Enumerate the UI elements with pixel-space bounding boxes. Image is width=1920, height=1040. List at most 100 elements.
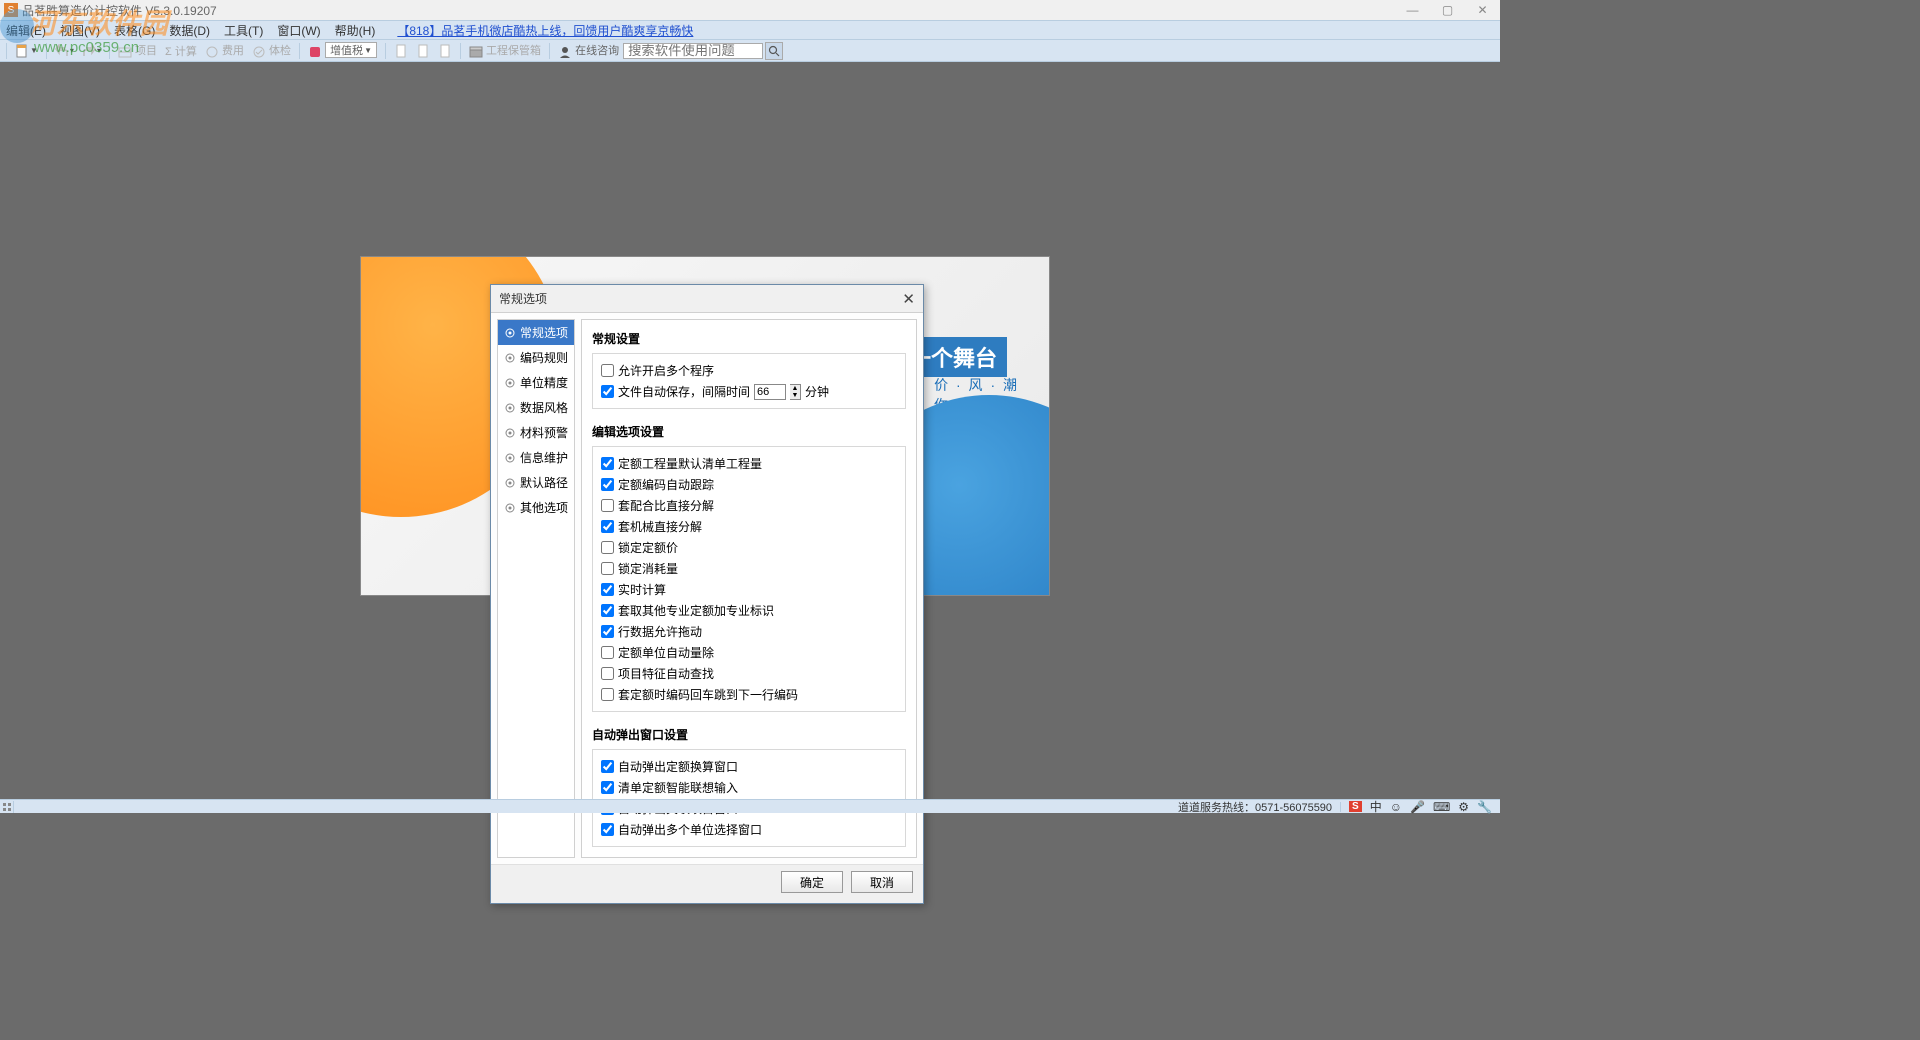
dialog-titlebar[interactable]: 常规选项 ✕ — [491, 285, 923, 313]
cb-autosave[interactable]: 文件自动保存，间隔时间 — [601, 383, 750, 400]
bg-label-2: 价 · 风 · 潮 — [934, 375, 1019, 395]
cb-edit-right-1[interactable]: 套取其他专业定额加专业标识 — [601, 602, 897, 619]
tb-check[interactable]: 体检 — [252, 42, 291, 58]
page-icon — [416, 44, 430, 58]
menu-table[interactable]: 表格(G) — [114, 22, 155, 39]
statusbar: 道道服务热线：0571-56075590 S 中 ☺ 🎤 ⌨ ⚙ 🔧 — [0, 799, 1500, 813]
tb-blueprint[interactable]: 工程保管箱 — [469, 42, 541, 58]
search-icon — [768, 45, 780, 57]
autosave-unit: 分钟 — [805, 383, 829, 400]
tb-redo[interactable]: ▾ — [82, 44, 101, 58]
window-maximize[interactable]: ▢ — [1430, 3, 1465, 17]
hotline-label: 道道服务热线：0571-56075590 — [1178, 799, 1332, 815]
gear-icon — [504, 377, 516, 389]
nav-other[interactable]: 其他选项 — [498, 495, 574, 520]
menu-tool[interactable]: 工具(T) — [224, 22, 263, 39]
project-icon — [118, 45, 132, 59]
nav-path[interactable]: 默认路径 — [498, 470, 574, 495]
nav-material[interactable]: 材料预警 — [498, 420, 574, 445]
nav-info[interactable]: 信息维护 — [498, 445, 574, 470]
gear-icon — [504, 402, 516, 414]
gear-icon — [504, 352, 516, 364]
redo-icon — [82, 44, 96, 58]
cb-edit-left-4[interactable]: 锁定定额价 — [601, 539, 897, 556]
menu-window[interactable]: 窗口(W) — [277, 22, 320, 39]
cb-popup-left-0[interactable]: 自动弹出定额换算窗口 — [601, 758, 897, 775]
gear-icon — [504, 427, 516, 439]
page-icon — [394, 44, 408, 58]
menu-edit[interactable]: 编辑(E) — [6, 22, 46, 39]
cb-edit-right-5[interactable]: 套定额时编码回车跳到下一行编码 — [601, 686, 897, 703]
tb-fees[interactable]: 费用 — [205, 42, 244, 58]
check-icon — [252, 45, 266, 59]
gear-icon — [504, 327, 516, 339]
toolbar: ▼ ▾ ▾ 项目 Σ 计算 费用 体检 增值税 ▼ 工程保管箱 在线咨询 — [0, 40, 1500, 62]
gear-icon — [504, 502, 516, 514]
fees-icon — [205, 45, 219, 59]
undo-icon — [55, 44, 69, 58]
nav-general[interactable]: 常规选项 — [498, 320, 574, 345]
search-button[interactable] — [765, 42, 783, 60]
tb-calc[interactable]: Σ 计算 — [165, 43, 197, 59]
workspace: 一个舞台 价 · 风 · 潮 你 · 而 · 生 常规选项 ✕ 常规选项 编码规… — [0, 62, 1500, 799]
grip-icon — [2, 802, 12, 812]
wrench-icon[interactable]: 🔧 — [1477, 800, 1492, 814]
titlebar: S 品茗胜算造价计控软件 V5.3.0.19207 — ▢ ✕ — [0, 0, 1500, 20]
tb-tool3[interactable] — [438, 44, 452, 58]
page-icon — [438, 44, 452, 58]
cancel-button[interactable]: 取消 — [851, 871, 913, 893]
tb-consult[interactable]: 在线咨询 — [558, 42, 619, 58]
cb-edit-left-3[interactable]: 套机械直接分解 — [601, 518, 897, 535]
spin-up[interactable]: ▲ — [790, 385, 800, 392]
tb-project[interactable]: 项目 — [118, 42, 157, 58]
tb-tool1[interactable] — [394, 44, 408, 58]
search-input[interactable] — [623, 43, 763, 59]
section-edit-title: 编辑选项设置 — [592, 423, 906, 440]
ok-button[interactable]: 确定 — [781, 871, 843, 893]
smiley-icon[interactable]: ☺ — [1390, 800, 1402, 814]
dialog-close-button[interactable]: ✕ — [902, 290, 915, 308]
window-minimize[interactable]: — — [1395, 3, 1430, 17]
menu-data[interactable]: 数据(D) — [169, 22, 210, 39]
cb-edit-left-2[interactable]: 套配合比直接分解 — [601, 497, 897, 514]
autosave-interval-input[interactable]: 66 — [754, 384, 786, 400]
gear-icon — [504, 477, 516, 489]
promo-link[interactable]: 【818】品茗手机微店酷热上线，回馈用户酷爽享京畅快 — [397, 22, 693, 39]
cb-edit-right-2[interactable]: 行数据允许拖动 — [601, 623, 897, 640]
vat-icon — [308, 45, 322, 59]
lang-indicator[interactable]: 中 — [1370, 798, 1382, 815]
cb-edit-right-4[interactable]: 项目特征自动查找 — [601, 665, 897, 682]
cb-edit-right-0[interactable]: 实时计算 — [601, 581, 897, 598]
keyboard-icon[interactable]: ⌨ — [1433, 800, 1450, 814]
dialog-content: 常规设置 允许开启多个程序 文件自动保存，间隔时间 66 ▲▼ 分钟 编辑选项设置… — [581, 319, 917, 858]
dialog-nav: 常规选项 编码规则 单位精度 数据风格 材料预警 信息维护 默认路径 其他选项 — [497, 319, 575, 858]
mic-icon[interactable]: 🎤 — [1410, 800, 1425, 814]
cb-edit-left-0[interactable]: 定额工程量默认清单工程量 — [601, 455, 897, 472]
cb-multi-instance[interactable]: 允许开启多个程序 — [601, 362, 897, 379]
cb-edit-left-5[interactable]: 锁定消耗量 — [601, 560, 897, 577]
menu-help[interactable]: 帮助(H) — [335, 22, 376, 39]
cb-popup-left-1[interactable]: 清单定额智能联想输入 — [601, 779, 897, 796]
cb-edit-left-1[interactable]: 定额编码自动跟踪 — [601, 476, 897, 493]
person-icon — [558, 45, 572, 59]
tb-tool2[interactable] — [416, 44, 430, 58]
dialog-title: 常规选项 — [499, 290, 547, 307]
tb-new-file[interactable]: ▼ — [15, 44, 38, 58]
window-close[interactable]: ✕ — [1465, 3, 1500, 17]
menu-view[interactable]: 视图(V) — [60, 22, 100, 39]
spin-down[interactable]: ▼ — [790, 392, 800, 399]
nav-encoding[interactable]: 编码规则 — [498, 345, 574, 370]
tb-undo[interactable]: ▾ — [55, 44, 74, 58]
tb-vat[interactable]: 增值税 ▼ — [308, 42, 377, 58]
app-title: 品茗胜算造价计控软件 V5.3.0.19207 — [22, 2, 217, 19]
nav-datastyle[interactable]: 数据风格 — [498, 395, 574, 420]
nav-precision[interactable]: 单位精度 — [498, 370, 574, 395]
sb-corner[interactable] — [0, 801, 14, 813]
section-popup-title: 自动弹出窗口设置 — [592, 726, 906, 743]
cb-popup-right-1[interactable]: 自动弹出多个单位选择窗口 — [601, 821, 897, 838]
section-general-title: 常规设置 — [592, 330, 906, 347]
settings-icon[interactable]: ⚙ — [1458, 800, 1469, 814]
cb-edit-right-3[interactable]: 定额单位自动量除 — [601, 644, 897, 661]
menubar: 编辑(E) 视图(V) 表格(G) 数据(D) 工具(T) 窗口(W) 帮助(H… — [0, 20, 1500, 40]
ime-badge[interactable]: S — [1349, 801, 1362, 812]
